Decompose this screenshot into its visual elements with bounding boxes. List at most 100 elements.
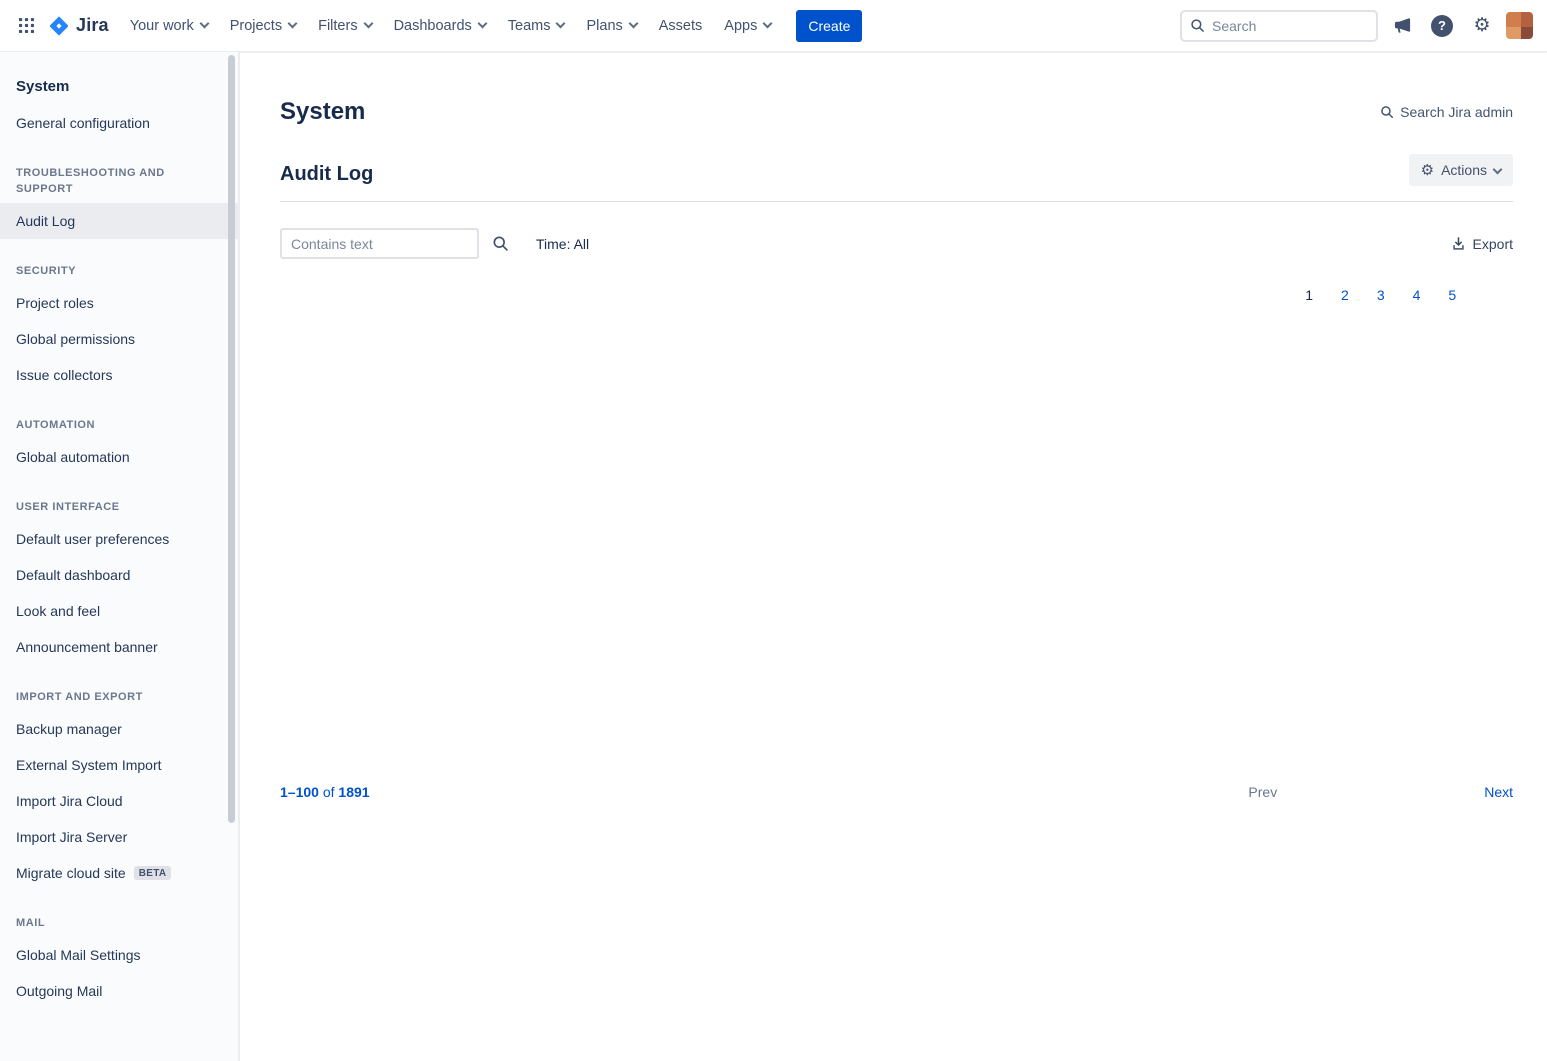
actions-gear-icon: ⚙ (1421, 163, 1434, 178)
page-5[interactable]: 5 (1448, 287, 1456, 1061)
filter-search-icon[interactable] (492, 235, 509, 252)
export-label: Export (1473, 236, 1513, 252)
nav-item-label: Plans (586, 18, 622, 34)
sidebar-item-global-permissions[interactable]: Global permissions (0, 321, 238, 357)
sidebar-item-label: Project roles (16, 295, 94, 311)
prev-page-link[interactable]: Prev (1248, 784, 1277, 800)
jira-logo[interactable]: Jira (42, 15, 119, 37)
sidebar-item-label: Outgoing Mail (16, 983, 102, 999)
nav-item-label: Apps (724, 18, 757, 34)
sidebar-item-outgoing-mail[interactable]: Outgoing Mail (0, 973, 238, 1009)
primary-nav: Your work Projects Filters Dashboards Teams P… (119, 10, 783, 42)
nav-item-plans[interactable]: Plans (575, 10, 647, 42)
page-2[interactable]: 2 (1341, 287, 1349, 1061)
sidebar-item-look-and-feel[interactable]: Look and feel (0, 593, 238, 629)
results-count: 1–100 of 1891 (280, 784, 370, 800)
admin-search-label: Search Jira admin (1400, 104, 1513, 120)
sidebar-item-announcement-banner[interactable]: Announcement banner (0, 629, 238, 665)
page-1[interactable]: 1 (1305, 287, 1313, 1061)
sidebar-item-audit-log[interactable]: Audit Log (0, 203, 238, 239)
nav-item-apps[interactable]: Apps (713, 10, 782, 42)
nav-item-teams[interactable]: Teams (497, 10, 576, 42)
sidebar-item-external-system-import[interactable]: External System Import (0, 747, 238, 783)
sidebar-item-issue-collectors[interactable]: Issue collectors (0, 357, 238, 393)
global-search[interactable] (1180, 10, 1378, 42)
chevron-down-icon (288, 19, 298, 29)
nav-item-your-work[interactable]: Your work (119, 10, 219, 42)
filter-row: Time: All Export (280, 228, 1513, 259)
nav-item-label: Dashboards (394, 18, 472, 34)
sidebar-item-label: Global Mail Settings (16, 947, 141, 963)
nav-item-label: Assets (659, 18, 703, 34)
page-body: System General configuration Troubleshoot… (0, 52, 1547, 1061)
search-input[interactable] (1212, 18, 1368, 34)
top-navigation: Jira Your work Projects Filters Dashboards T… (0, 0, 1547, 52)
announcements-icon[interactable] (1386, 10, 1418, 42)
nav-item-label: Filters (318, 18, 357, 34)
search-jira-admin-link[interactable]: Search Jira admin (1380, 104, 1513, 120)
actions-button[interactable]: ⚙ Actions (1409, 154, 1513, 186)
sidebar-title: System (0, 78, 238, 105)
avatar[interactable] (1506, 12, 1533, 39)
sidebar-item-label: Audit Log (16, 213, 75, 229)
nav-item-label: Projects (230, 18, 282, 34)
sidebar-item-global-automation[interactable]: Global automation (0, 439, 238, 475)
page-3[interactable]: 3 (1377, 287, 1385, 1061)
jira-logo-text: Jira (76, 15, 109, 36)
sidebar-item-migrate-cloud-site[interactable]: Migrate cloud site BETA (0, 855, 238, 891)
sidebar-item-label: Issue collectors (16, 367, 112, 383)
sidebar-scrollbar[interactable] (228, 55, 235, 823)
chevron-down-icon (363, 19, 373, 29)
sidebar-item-default-user-preferences[interactable]: Default user preferences (0, 521, 238, 557)
sidebar-item-label: External System Import (16, 757, 162, 773)
sidebar-item-backup-manager[interactable]: Backup manager (0, 711, 238, 747)
sidebar-item-label: Look and feel (16, 603, 100, 619)
sidebar-section-header-user-interface: User interface (16, 499, 222, 515)
pagination-row: 1–100 of 1891 Prev 12345 Next (280, 287, 1513, 1061)
sidebar-item-import-jira-cloud[interactable]: Import Jira Cloud (0, 783, 238, 819)
sidebar-item-default-dashboard[interactable]: Default dashboard (0, 557, 238, 593)
sidebar-item-label: Migrate cloud site (16, 865, 126, 881)
help-icon[interactable]: ? (1426, 10, 1458, 42)
beta-badge: BETA (134, 866, 172, 880)
results-of-label: of (323, 784, 335, 800)
sidebar-item-label: Global automation (16, 449, 130, 465)
app-switcher-icon[interactable] (10, 10, 42, 42)
chevron-down-icon (1493, 164, 1503, 174)
contains-text-input[interactable] (280, 228, 479, 259)
nav-item-filters[interactable]: Filters (307, 10, 382, 42)
audit-log-header: Audit Log ⚙ Actions (280, 154, 1513, 202)
search-icon (1190, 18, 1205, 33)
export-button[interactable]: Export (1451, 236, 1513, 252)
pagination-controls: Prev 12345 Next (1248, 287, 1513, 1061)
nav-item-projects[interactable]: Projects (219, 10, 307, 42)
chevron-down-icon (556, 19, 566, 29)
page-4[interactable]: 4 (1413, 287, 1421, 1061)
admin-search-icon (1380, 105, 1394, 119)
sidebar-item-general-configuration[interactable]: General configuration (0, 105, 238, 141)
sidebar-section-header-import-and-export: Import and export (16, 689, 222, 705)
top-nav-right: ? ⚙ (1180, 10, 1533, 42)
page-links: 12345 (1305, 287, 1456, 1061)
page-title: System (280, 98, 365, 126)
nav-item-assets[interactable]: Assets (648, 10, 714, 42)
sidebar-item-project-roles[interactable]: Project roles (0, 285, 238, 321)
settings-icon[interactable]: ⚙ (1466, 10, 1498, 42)
next-page-link[interactable]: Next (1484, 784, 1513, 800)
sidebar-sections: General configuration Troubleshooting and… (0, 105, 238, 1009)
sidebar-item-import-jira-server[interactable]: Import Jira Server (0, 819, 238, 855)
page-head: System Search Jira admin (280, 98, 1513, 126)
results-range: 1–100 (280, 784, 319, 800)
sidebar-item-label: Global permissions (16, 331, 135, 347)
sidebar-item-label: Default user preferences (16, 531, 169, 547)
audit-log-title: Audit Log (280, 163, 373, 186)
sidebar-item-global-mail-settings[interactable]: Global Mail Settings (0, 937, 238, 973)
sidebar-section-header-troubleshooting-and-support: Troubleshooting and support (16, 165, 222, 197)
time-filter[interactable]: Time: All (536, 236, 589, 252)
create-button[interactable]: Create (796, 10, 862, 42)
sidebar-item-label: Default dashboard (16, 567, 130, 583)
sidebar-item-label: Import Jira Server (16, 829, 127, 845)
nav-item-dashboards[interactable]: Dashboards (383, 10, 497, 42)
question-mark-icon: ? (1431, 15, 1453, 37)
chevron-down-icon (477, 19, 487, 29)
